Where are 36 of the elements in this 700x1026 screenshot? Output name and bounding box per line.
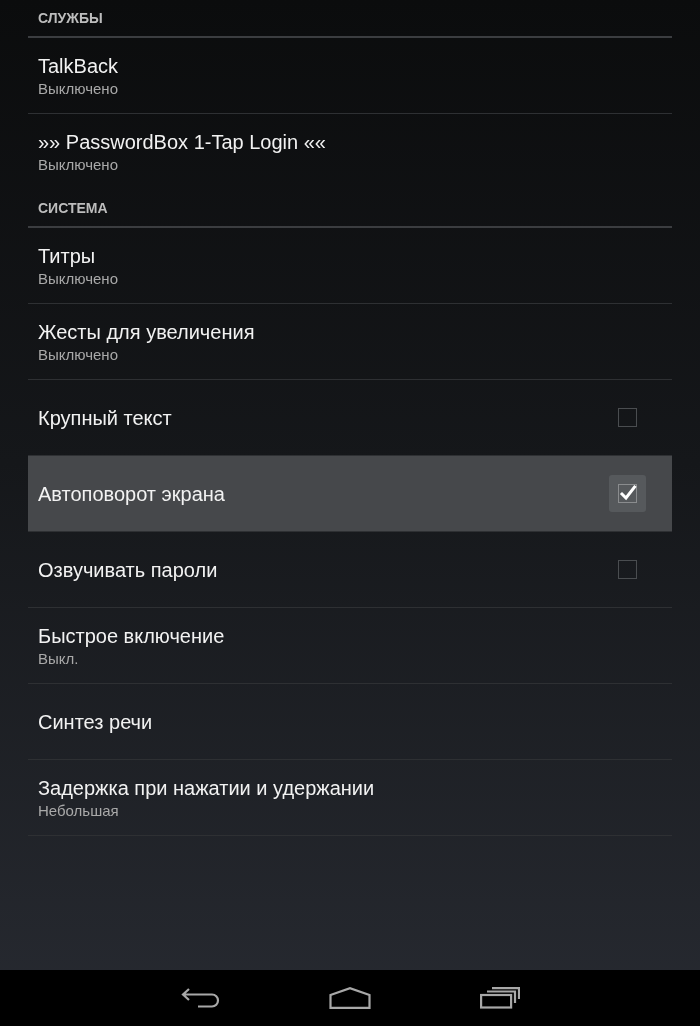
item-summary: Небольшая — [38, 801, 120, 820]
item-title: Титры — [38, 243, 97, 268]
section-header: СЛУЖБЫ — [38, 10, 103, 26]
settings-item[interactable]: Жесты для увеличения Выключено — [28, 304, 672, 380]
recent-apps-button[interactable] — [477, 985, 523, 1011]
home-icon — [329, 987, 371, 1009]
settings-item[interactable]: »» PasswordBox 1-Tap Login «« Выключено — [28, 114, 672, 190]
settings-item[interactable]: Задержка при нажатии и удержании Небольшая — [28, 760, 672, 836]
item-title: »» PasswordBox 1-Tap Login «« — [38, 129, 326, 154]
highlighted-settings-item[interactable]: Автоповорот экрана — [28, 456, 672, 532]
item-title: Крупный текст — [38, 405, 172, 430]
item-summary: Выключено — [38, 155, 119, 174]
item-title: Быстрое включение — [38, 623, 225, 648]
item-title: Задержка при нажатии и удержании — [38, 775, 375, 800]
item-title: Жесты для увеличения — [38, 319, 255, 344]
item-summary: Выключено — [38, 79, 119, 98]
recent-apps-icon — [480, 987, 520, 1009]
checkbox[interactable] — [609, 475, 646, 512]
back-arrow-icon — [180, 987, 220, 1009]
item-title: Автоповорот экрана — [38, 481, 225, 506]
settings-item[interactable]: Озвучивать пароли — [28, 532, 672, 608]
settings-item[interactable]: Синтез речи — [28, 684, 672, 760]
section-header: СИСТЕМА — [38, 200, 108, 216]
checkmark-icon — [618, 484, 637, 503]
item-summary: Выкл. — [38, 649, 80, 668]
checkbox[interactable] — [618, 560, 637, 579]
item-title: TalkBack — [38, 53, 119, 78]
checkbox[interactable] — [618, 408, 637, 427]
settings-item[interactable]: Титры Выключено — [28, 228, 672, 304]
item-summary: Выключено — [38, 269, 118, 288]
item-title: Озвучивать пароли — [38, 557, 218, 582]
home-button[interactable] — [327, 985, 373, 1011]
settings-item[interactable]: TalkBack Выключено — [28, 38, 672, 114]
item-title: Синтез речи — [38, 709, 153, 734]
item-summary: Выключено — [38, 345, 119, 364]
settings-item[interactable]: Быстрое включение Выкл. — [28, 608, 672, 684]
